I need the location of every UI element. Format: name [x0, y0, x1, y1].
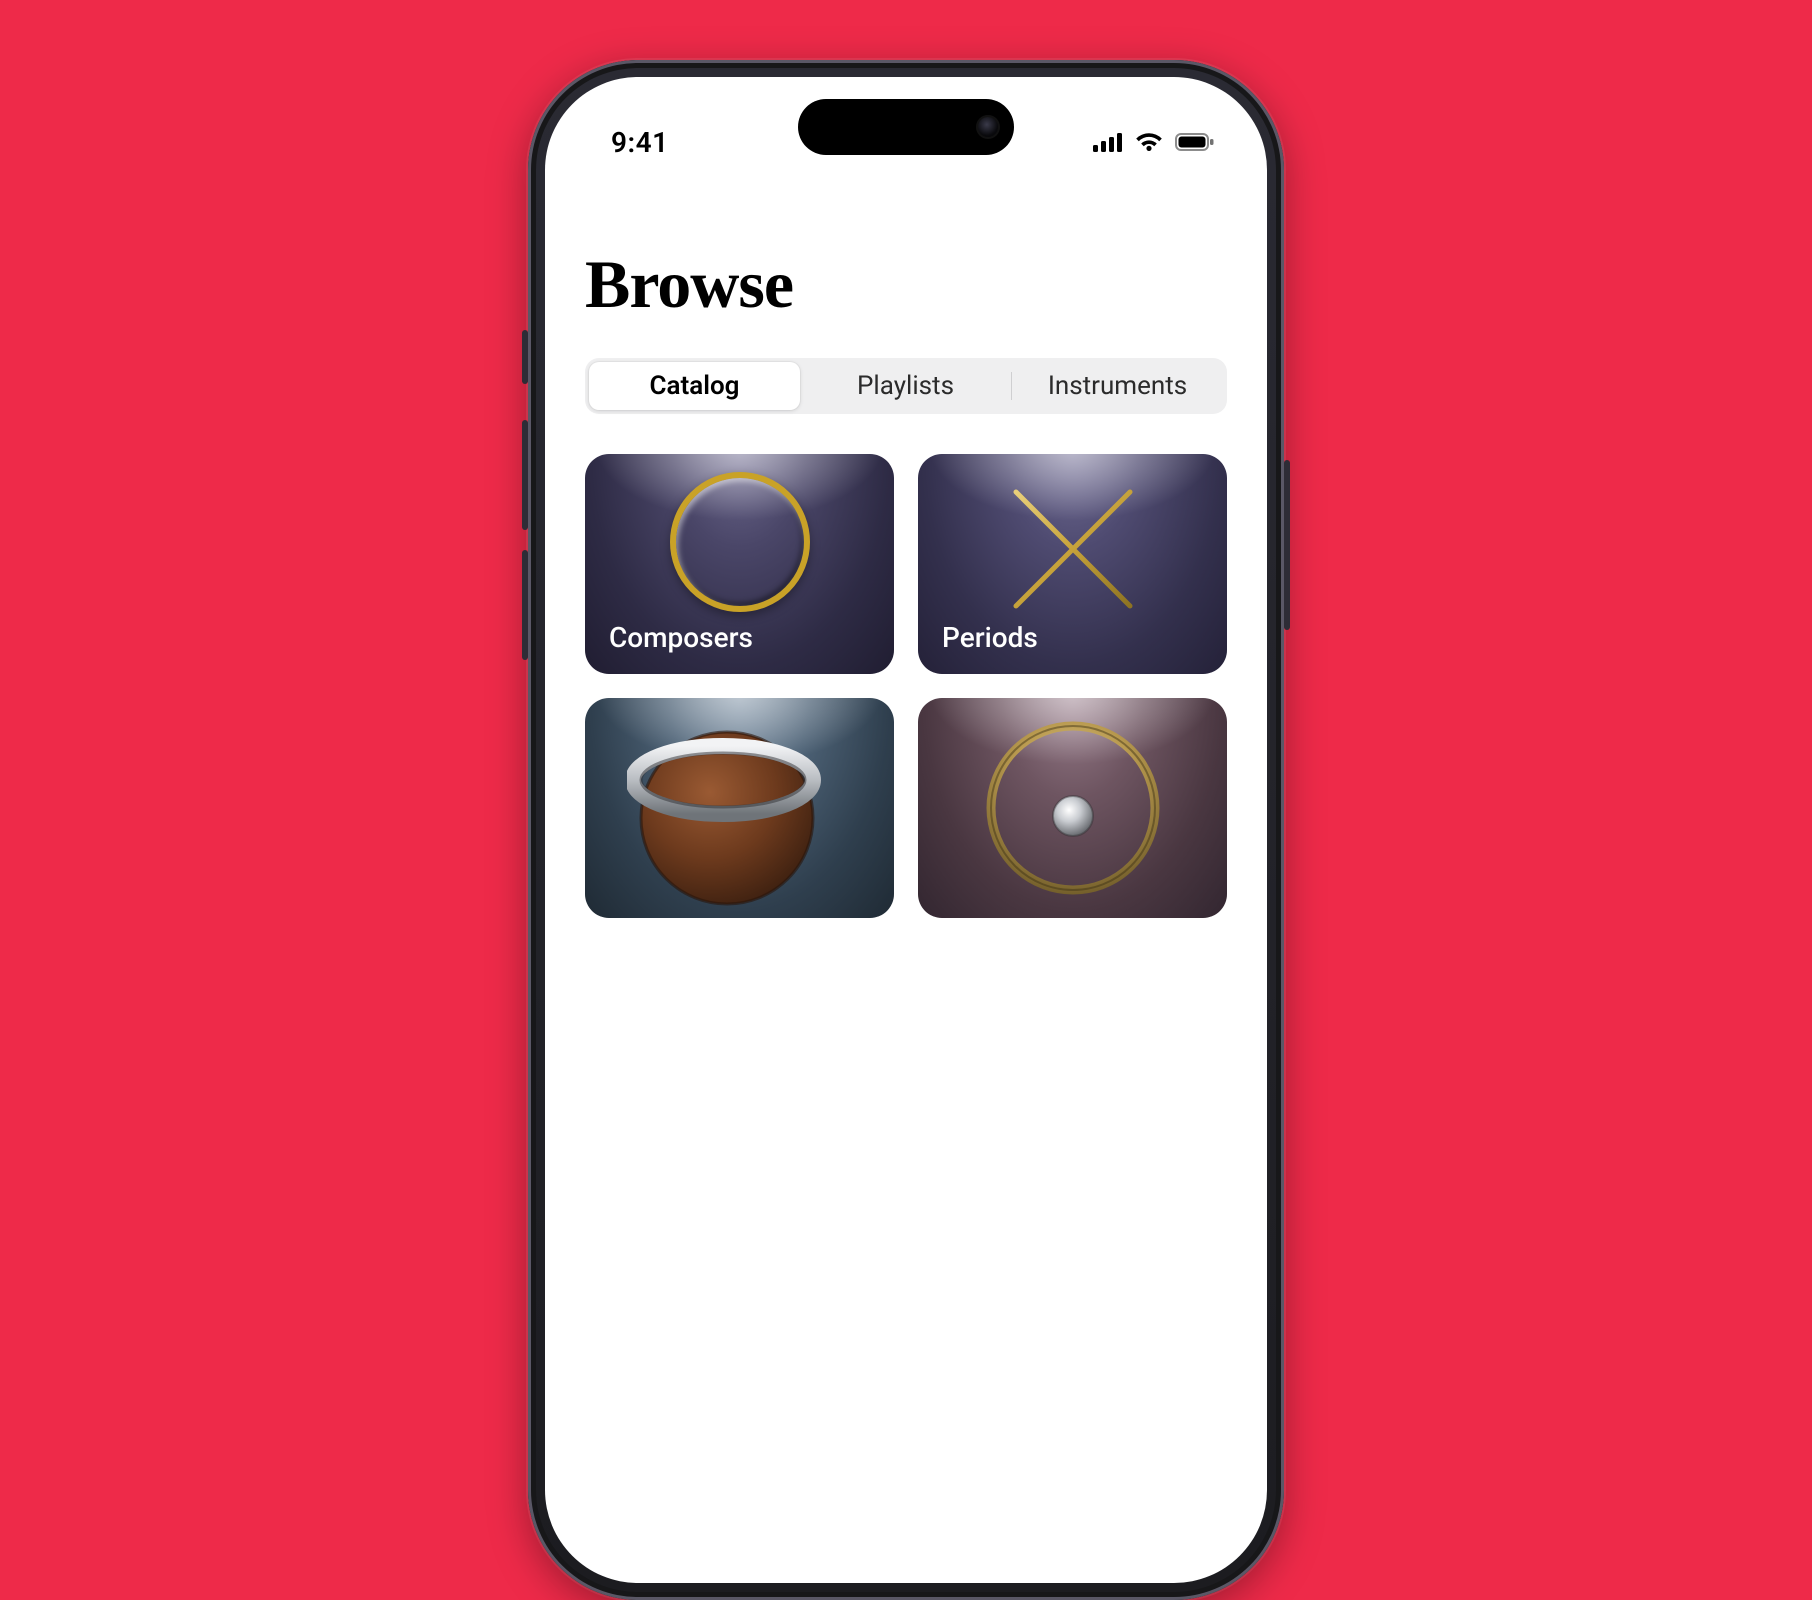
gong-icon [978, 708, 1168, 898]
ring-icon [670, 472, 810, 612]
phone-screen: 9:41 [545, 77, 1267, 1583]
phone-frame: 9:41 [528, 60, 1284, 1600]
side-button-silence [522, 330, 528, 384]
drum-icon [627, 710, 827, 910]
card-row2-right[interactable] [918, 698, 1227, 918]
card-row2-left[interactable] [585, 698, 894, 918]
tab-instruments[interactable]: Instruments [1012, 362, 1223, 410]
card-label: Periods [942, 621, 1038, 654]
battery-icon [1175, 132, 1215, 152]
segmented-control[interactable]: Catalog Playlists Instruments [585, 358, 1227, 414]
page-title: Browse [585, 245, 1227, 324]
asterisk-icon [988, 464, 1158, 634]
card-composers[interactable]: Composers [585, 454, 894, 674]
page-content: Browse Catalog Playlists Instruments Com… [545, 217, 1267, 1583]
tab-playlists[interactable]: Playlists [800, 362, 1011, 410]
tab-catalog[interactable]: Catalog [589, 362, 800, 410]
category-grid: Composers [585, 454, 1227, 918]
side-button-volume-up [522, 420, 528, 530]
side-button-power [1284, 460, 1290, 630]
status-time: 9:41 [611, 126, 669, 159]
cellular-icon [1093, 132, 1123, 152]
card-periods[interactable]: Periods [918, 454, 1227, 674]
status-icons [1093, 132, 1215, 152]
dynamic-island [798, 99, 1014, 155]
card-label: Composers [609, 621, 753, 654]
camera-icon [976, 115, 1000, 139]
side-button-volume-down [522, 550, 528, 660]
wifi-icon [1135, 132, 1163, 152]
